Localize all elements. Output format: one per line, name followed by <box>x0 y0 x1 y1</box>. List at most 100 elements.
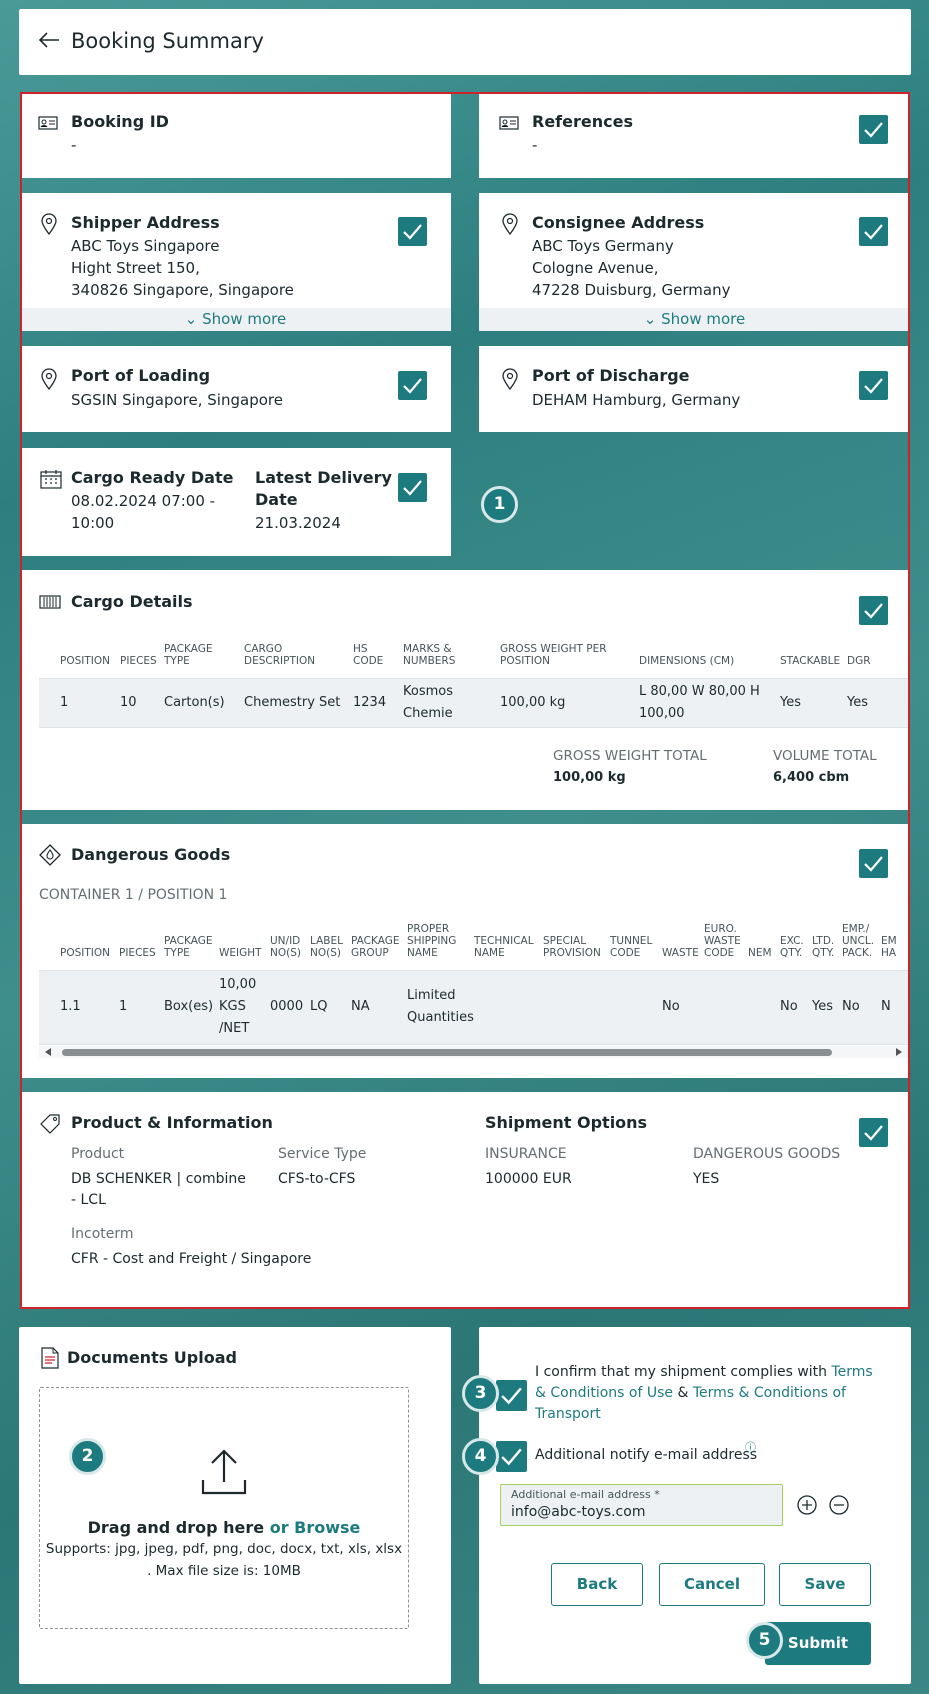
product-checkbox[interactable] <box>859 1118 888 1147</box>
dg-table-cell: No <box>842 999 860 1014</box>
save-button[interactable]: Save <box>779 1563 871 1606</box>
scrollbar-thumb[interactable] <box>62 1049 832 1056</box>
cargo-table-cell: Carton(s) <box>164 695 225 710</box>
step-badge-2: 2 <box>69 1438 106 1475</box>
port-of-loading-label: Port of Loading <box>71 366 211 385</box>
cargo-column-header: STACKABLE <box>780 655 841 667</box>
insurance-label: INSURANCE <box>485 1146 567 1162</box>
terms-of-transport-link-b[interactable]: Transport <box>535 1406 601 1422</box>
notify-label: Additional notify e-mail address <box>535 1447 758 1463</box>
dangerous-goods-title: Dangerous Goods <box>71 845 231 864</box>
product-information-title: Product & Information <box>71 1113 273 1132</box>
step-badge-1: 1 <box>481 486 518 523</box>
dates-checkbox[interactable] <box>398 473 427 502</box>
shipper-address-label: Shipper Address <box>71 213 220 232</box>
horizontal-scrollbar[interactable] <box>39 1046 910 1058</box>
info-icon[interactable]: ⓘ <box>745 1439 756 1455</box>
id-card-icon <box>38 116 58 130</box>
scroll-left-arrow[interactable] <box>45 1048 51 1056</box>
dg-column-header: EURO. WASTE CODE <box>704 923 741 959</box>
incoterm-value: CFR - Cost and Freight / Singapore <box>71 1251 312 1267</box>
notify-checkbox[interactable] <box>496 1441 527 1472</box>
product-value-1: DB SCHENKER | combine <box>71 1171 246 1187</box>
back-button[interactable]: Back <box>551 1563 643 1606</box>
container-position-label: CONTAINER 1 / POSITION 1 <box>39 887 228 903</box>
header-bar: Booking Summary <box>19 9 911 75</box>
cargo-ready-date-value-2: 10:00 <box>71 514 115 532</box>
cargo-table-cell: Chemestry Set <box>244 695 341 710</box>
dg-column-header: TUNNEL CODE <box>610 935 653 959</box>
dg-table-cell: LQ <box>310 999 328 1014</box>
back-arrow-icon[interactable] <box>38 31 60 49</box>
pod-checkbox[interactable] <box>859 371 888 400</box>
terms-of-use-link-a[interactable]: Terms <box>831 1364 872 1380</box>
shipper-line-3: 340826 Singapore, Singapore <box>71 281 294 299</box>
chevron-down-icon: ⌄ <box>184 310 203 328</box>
insurance-value: 100000 EUR <box>485 1171 572 1187</box>
cargo-checkbox[interactable] <box>859 596 888 625</box>
terms-of-transport-link-a[interactable]: Terms & Conditions of <box>693 1385 846 1401</box>
step-badge-4: 4 <box>462 1438 499 1475</box>
cargo-column-header: CARGO DESCRIPTION <box>244 643 316 667</box>
dg-table-cell: Limited Quantities <box>407 988 474 1025</box>
browse-link[interactable]: or Browse <box>270 1518 361 1537</box>
service-type-value: CFS-to-CFS <box>278 1171 356 1187</box>
remove-email-icon[interactable] <box>828 1494 850 1516</box>
references-value: - <box>532 136 538 154</box>
shipper-line-1: ABC Toys Singapore <box>71 237 220 255</box>
chevron-down-icon: ⌄ <box>643 310 662 328</box>
cargo-column-header: DGR <box>847 655 871 667</box>
cargo-table-cell: 1234 <box>353 695 387 710</box>
gross-weight-total-label: GROSS WEIGHT TOTAL <box>553 748 707 764</box>
documents-upload-card: Documents Upload Drag and drop here or B… <box>19 1327 451 1684</box>
product-value-2: - LCL <box>71 1192 106 1208</box>
references-checkbox[interactable] <box>859 115 888 144</box>
dg-column-header: EMP./ UNCL. PACK. <box>842 923 875 959</box>
product-label: Product <box>71 1146 125 1162</box>
scroll-right-arrow[interactable] <box>896 1048 902 1056</box>
consignee-show-more[interactable]: ⌄ Show more <box>479 308 910 331</box>
dg-table-cell: Yes <box>812 999 833 1014</box>
email-field[interactable]: Additional e-mail address * info@abc-toy… <box>500 1484 783 1526</box>
dg-checkbox[interactable] <box>859 849 888 878</box>
cargo-details-title: Cargo Details <box>71 592 193 611</box>
terms-of-use-link-b[interactable]: & Conditions of Use <box>535 1385 673 1401</box>
shipment-options-title: Shipment Options <box>485 1113 648 1132</box>
latest-delivery-value: 21.03.2024 <box>255 514 341 532</box>
calendar-icon <box>40 470 62 489</box>
shipper-checkbox[interactable] <box>398 217 427 246</box>
volume-total-label: VOLUME TOTAL <box>773 748 877 764</box>
booking-id-label: Booking ID <box>71 112 169 131</box>
cargo-table-cell: Yes <box>780 695 801 710</box>
pol-checkbox[interactable] <box>398 371 427 400</box>
cargo-column-header: DIMENSIONS (CM) <box>639 655 735 667</box>
dg-column-header: EM HA <box>881 935 897 959</box>
consignee-line-1: ABC Toys Germany <box>532 237 674 255</box>
cargo-column-header: GROSS WEIGHT PER POSITION <box>500 643 607 667</box>
dangerous-goods-option-label: DANGEROUS GOODS <box>693 1146 841 1162</box>
dg-column-header: PACKAGE GROUP <box>351 935 400 959</box>
dg-column-header: UN/ID NO(S) <box>270 935 301 959</box>
shipper-address-card: Shipper Address ABC Toys Singapore Hight… <box>20 193 451 331</box>
dg-column-header: SPECIAL PROVISION <box>543 935 601 959</box>
dates-card: Cargo Ready Date 08.02.2024 07:00 - 10:0… <box>20 448 451 556</box>
drag-drop-text: Drag and drop here or Browse <box>40 1518 408 1537</box>
dg-column-header: PACKAGE TYPE <box>164 935 213 959</box>
supported-formats: Supports: jpg, jpeg, pdf, png, doc, docx… <box>45 1541 403 1557</box>
add-email-icon[interactable] <box>796 1494 818 1516</box>
cargo-table-cell: L 80,00 W 80,00 H 100,00 <box>639 684 760 721</box>
location-pin-icon <box>41 368 57 390</box>
drop-zone[interactable]: Drag and drop here or Browse Supports: j… <box>39 1387 409 1629</box>
gross-weight-total-value: 100,00 kg <box>553 770 626 785</box>
port-of-loading-card: Port of Loading SGSIN Singapore, Singapo… <box>20 346 451 432</box>
cancel-button[interactable]: Cancel <box>659 1563 765 1606</box>
email-field-value[interactable]: info@abc-toys.com <box>511 1504 645 1520</box>
cargo-column-header: PACKAGE TYPE <box>164 643 213 667</box>
terms-checkbox[interactable] <box>496 1380 527 1411</box>
hazard-diamond-icon <box>39 844 61 866</box>
shipper-show-more[interactable]: ⌄ Show more <box>20 308 451 331</box>
step-badge-3: 3 <box>462 1375 499 1412</box>
dg-column-header: WASTE <box>662 947 699 959</box>
documents-upload-title: Documents Upload <box>67 1348 237 1367</box>
consignee-checkbox[interactable] <box>859 217 888 246</box>
